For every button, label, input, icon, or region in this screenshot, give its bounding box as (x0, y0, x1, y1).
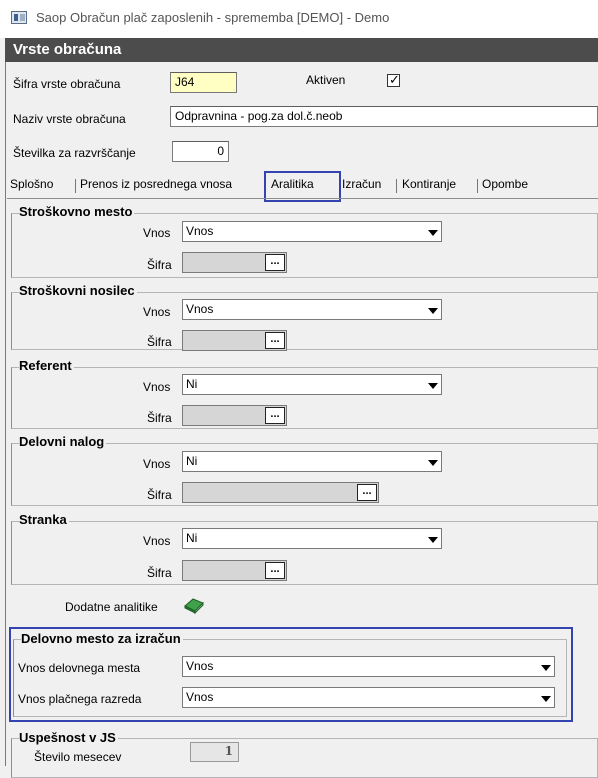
vnos-label: Vnos (143, 380, 171, 394)
app-icon (11, 11, 27, 24)
chevron-down-icon[interactable] (424, 375, 441, 394)
sifra-label: Šifra (147, 411, 172, 425)
chevron-down-icon[interactable] (424, 529, 441, 548)
aktiven-label: Aktiven (306, 73, 346, 87)
form-header-title: Vrste obračuna (13, 41, 122, 58)
group-title: Stroškovni nosilec (19, 283, 137, 298)
aktiven-checkbox[interactable] (387, 72, 400, 88)
select-value: Ni (186, 454, 198, 468)
book-icon[interactable] (183, 597, 205, 615)
tab-izracun[interactable]: Izračun (342, 177, 381, 191)
ellipsis-button[interactable]: ... (265, 562, 285, 579)
vnos-label: Vnos (143, 305, 171, 319)
stroskovni-nosilec-sifra-field[interactable]: ... (182, 330, 287, 351)
vnos-label: Vnos (143, 226, 171, 240)
stevilo-mesecev-label: Število mesecev (34, 750, 122, 764)
window-title: Saop Obračun plač zaposlenih - sprememba… (36, 10, 390, 25)
tab-separator (396, 179, 397, 193)
stranka-vnos-select[interactable]: Ni (182, 528, 442, 549)
ellipsis-button[interactable]: ... (357, 484, 377, 501)
dodatne-analitike-label: Dodatne analitike (65, 600, 158, 614)
group-title: Delovni nalog (19, 434, 107, 449)
group-title: Referent (19, 358, 74, 373)
stroskovni-nosilec-vnos-select[interactable]: Vnos (182, 299, 442, 320)
ellipsis-button[interactable]: ... (265, 254, 285, 271)
sifra-label: Šifra (147, 488, 172, 502)
sifra-label: Šifra (147, 258, 172, 272)
tabs-divider (7, 198, 598, 199)
tab-separator (75, 179, 76, 193)
chevron-down-icon[interactable] (424, 222, 441, 241)
select-value: Vnos (186, 224, 214, 238)
group-title: Stroškovno mesto (19, 204, 135, 219)
select-value: Ni (186, 377, 198, 391)
tab-prenos[interactable]: Prenos iz posrednega vnosa (80, 177, 232, 191)
delovni-nalog-sifra-field[interactable]: ... (182, 482, 379, 503)
tab-kontiranje[interactable]: Kontiranje (402, 177, 456, 191)
form-header: Vrste obračuna (5, 38, 598, 62)
vnos-label: Vnos (143, 534, 171, 548)
stroskovno-mesto-sifra-field[interactable]: ... (182, 252, 287, 273)
ellipsis-button[interactable]: ... (265, 332, 285, 349)
stranka-sifra-field[interactable]: ... (182, 560, 287, 581)
stevilka-input[interactable]: 0 (172, 141, 229, 162)
ellipsis-button[interactable]: ... (265, 407, 285, 424)
stevilka-label: Številka za razvrščanje (13, 146, 136, 160)
select-value: Vnos (186, 302, 214, 316)
naziv-label: Naziv vrste obračuna (13, 112, 126, 126)
delovni-nalog-vnos-select[interactable]: Ni (182, 451, 442, 472)
referent-vnos-select[interactable]: Ni (182, 374, 442, 395)
delovno-mesto-highlight (9, 627, 573, 722)
sifra-input[interactable]: J64 (170, 72, 237, 93)
group-title: Stranka (19, 512, 69, 527)
vnos-label: Vnos (143, 457, 171, 471)
window-titlebar: Saop Obračun plač zaposlenih - sprememba… (0, 0, 598, 38)
chevron-down-icon[interactable] (424, 452, 441, 471)
stevilo-mesecev-field[interactable]: 1 (190, 742, 239, 762)
select-value: Ni (186, 531, 198, 545)
chevron-down-icon[interactable] (424, 300, 441, 319)
referent-sifra-field[interactable]: ... (182, 405, 287, 426)
sifra-label: Šifra vrste obračuna (13, 77, 121, 91)
sifra-label: Šifra (147, 335, 172, 349)
group-title: Uspešnost v JS (19, 730, 118, 745)
stroskovno-mesto-vnos-select[interactable]: Vnos (182, 221, 442, 242)
sifra-label: Šifra (147, 566, 172, 580)
tab-opombe[interactable]: Opombe (482, 177, 528, 191)
naziv-input[interactable]: Odpravnina - pog.za dol.č.neob (170, 106, 598, 127)
tab-separator (477, 179, 478, 193)
tab-splosno[interactable]: Splošno (10, 177, 53, 191)
